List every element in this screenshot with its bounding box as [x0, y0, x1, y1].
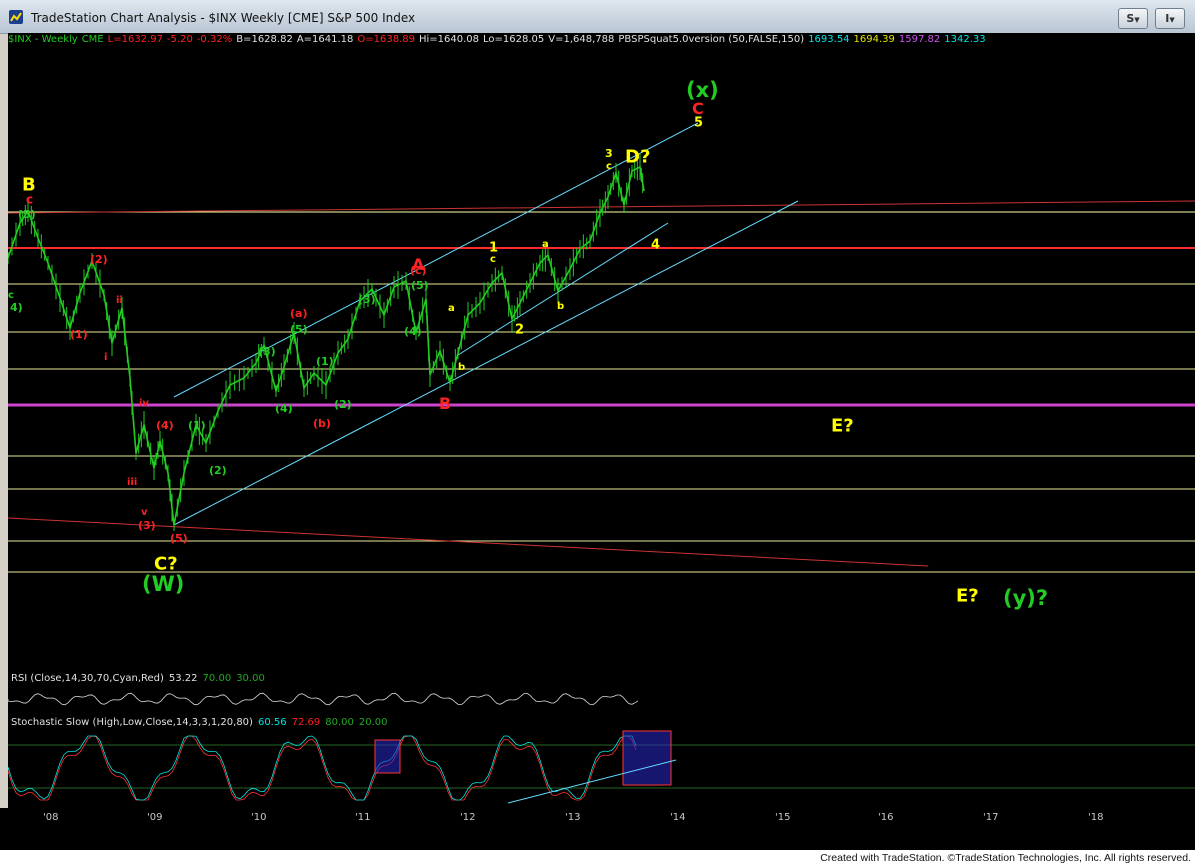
- wave-label: b: [458, 362, 465, 373]
- dropdown-arrow-icon: ▼: [1169, 16, 1175, 24]
- x-axis-tick: '14: [670, 812, 686, 823]
- rsi-label: RSI (Close,14,30,70,Cyan,Red): [11, 673, 164, 684]
- x-axis-tick: '11: [355, 812, 371, 823]
- wave-label: a: [542, 239, 549, 250]
- x-axis-tick: '12: [460, 812, 476, 823]
- x-axis-tick: '08: [43, 812, 59, 823]
- wave-label: i: [104, 352, 107, 363]
- dropdown-arrow-icon: ▼: [1134, 16, 1140, 24]
- highlight-box-2011: [374, 739, 401, 774]
- wave-label: a: [448, 303, 455, 314]
- wave-label: (2): [90, 253, 108, 266]
- chart-plot-area[interactable]: $INX - Weekly CME L=1632.97 -5.20 -0.32% B=16…: [8, 33, 1195, 842]
- wave-label: 4: [651, 237, 660, 252]
- rsi-label-row: RSI (Close,14,30,70,Cyan,Red) 53.22 70.00 3…: [11, 673, 270, 684]
- wave-label: iii: [127, 477, 137, 488]
- wave-label: (5): [411, 279, 429, 292]
- stochastic-lower: 20.00: [358, 717, 388, 728]
- wave-label: (a): [290, 307, 307, 320]
- wave-label: (4): [275, 402, 293, 415]
- tradestation-app-icon: [9, 10, 23, 24]
- rsi-lower: 30.00: [236, 673, 265, 684]
- price-line: [8, 165, 645, 526]
- wave-label: v: [141, 507, 148, 518]
- wave-label: (c): [410, 264, 427, 277]
- channel-upper-line: [173, 122, 699, 398]
- wave-label: c: [26, 193, 33, 207]
- wave-label: (1): [70, 328, 88, 341]
- wave-label: c: [490, 254, 496, 265]
- stochastic-d-line: [8, 735, 637, 801]
- wave-label: b: [557, 301, 564, 312]
- wave-label: (x): [686, 78, 719, 102]
- wave-label: 3: [605, 147, 613, 160]
- wave-label: E?: [956, 585, 979, 606]
- wave-label: E?: [831, 415, 854, 436]
- wave-label: ii: [116, 295, 123, 306]
- x-axis-tick: '13: [565, 812, 581, 823]
- window-title: TradeStation Chart Analysis - $INX Weekl…: [31, 11, 416, 25]
- stochastic-k: 60.56: [257, 717, 287, 728]
- stochastic-k-line: [8, 735, 637, 801]
- wave-label: (5): [290, 323, 308, 336]
- wave-label: c: [606, 161, 612, 172]
- wave-label: (3): [138, 519, 156, 532]
- wave-label: 4): [10, 301, 23, 314]
- x-axis-tick: '10: [251, 812, 267, 823]
- wave-label: B: [439, 394, 451, 413]
- wave-label: (2): [334, 398, 352, 411]
- wave-label: (3): [258, 345, 276, 358]
- wave-label: (W): [142, 572, 184, 596]
- wave-label: (3): [358, 293, 376, 306]
- wave-label: c: [8, 290, 14, 301]
- wave-label: (2): [209, 464, 227, 477]
- window-titlebar: TradeStation Chart Analysis - $INX Weekl…: [0, 0, 1195, 34]
- price-chart: Bc(5)c4)(2)(1)iiiiv(4)iiiv(3)(5)C?(W)(1)…: [8, 78, 1195, 610]
- x-axis-tick: '15: [775, 812, 791, 823]
- wave-label: (4): [404, 325, 422, 338]
- wave-label: (1): [188, 419, 206, 432]
- wave-label: (1): [316, 355, 334, 368]
- wave-label: iv: [139, 398, 149, 409]
- x-axis-tick: '17: [983, 812, 999, 823]
- rsi-upper: 70.00: [202, 673, 232, 684]
- wave-label: 2: [515, 322, 524, 337]
- wave-label: D?: [625, 146, 650, 167]
- x-axis-tick: '09: [147, 812, 163, 823]
- stochastic-upper: 80.00: [325, 717, 354, 728]
- rsi-panel: [8, 692, 639, 706]
- rsi-value: 53.22: [168, 673, 198, 684]
- rsi-line: [8, 692, 639, 706]
- symbol-link-button[interactable]: S▼: [1118, 8, 1148, 29]
- stochastic-label-row: Stochastic Slow (High,Low,Close,14,3,3,1…: [11, 717, 393, 728]
- x-axis-tick: '18: [1088, 812, 1104, 823]
- highlight-box-2013: [622, 730, 672, 786]
- wave-label: (4): [156, 419, 174, 432]
- wave-label: (y)?: [1003, 586, 1048, 610]
- stochastic-panel: [8, 730, 1195, 804]
- stochastic-d: 72.69: [291, 717, 321, 728]
- stochastic-label: Stochastic Slow (High,Low,Close,14,3,3,1…: [11, 717, 253, 728]
- wave-label: (5): [170, 532, 188, 545]
- wave-label: (5): [18, 208, 36, 221]
- wave-label: (b): [313, 417, 331, 430]
- interval-link-button[interactable]: I▼: [1155, 8, 1185, 29]
- footer-text: Created with TradeStation. ©TradeStation…: [820, 852, 1191, 864]
- footer-credit: Created with TradeStation. ©TradeStation…: [0, 850, 1195, 866]
- x-axis-tick: '16: [878, 812, 894, 823]
